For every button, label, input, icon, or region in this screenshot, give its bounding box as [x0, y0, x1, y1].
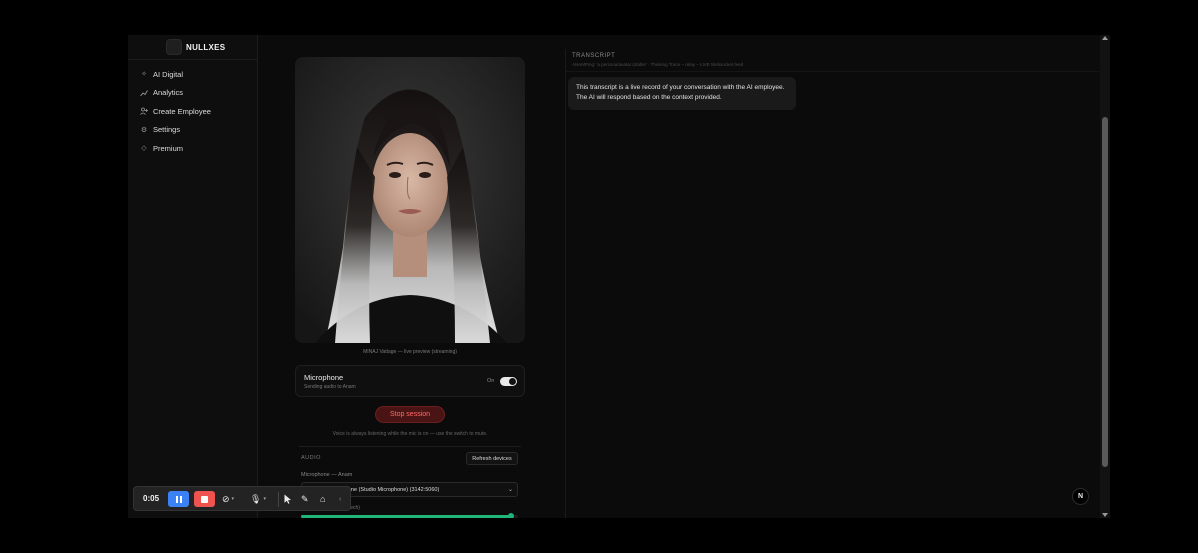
sidebar-item-label: Premium [153, 143, 184, 153]
audio-section-label: AUDIO [301, 455, 321, 461]
scrollbar[interactable] [1100, 35, 1110, 518]
transcript-subtitle: ANAMPing: 'a persona/avatar (stable' · T… [572, 62, 744, 67]
microphone-toggle[interactable] [500, 377, 517, 386]
dev-tools-badge[interactable]: N [1072, 488, 1089, 505]
sidebar-item-label: Create Employee [153, 106, 211, 116]
scroll-thumb[interactable] [1102, 117, 1108, 467]
mic-off-button[interactable]: 🎙︎ ▾ [250, 491, 266, 507]
gear-icon: ⚙ [140, 126, 148, 134]
sidebar-item-settings[interactable]: ⚙ Settings [136, 121, 250, 140]
recording-timer: 0:05 [143, 494, 160, 503]
brand-logo-icon [166, 39, 182, 55]
sparkle-icon: ✧ [141, 71, 147, 79]
microphone-subtitle: Sending audio to Anam [304, 384, 356, 390]
pen-icon: ✎ [301, 493, 309, 504]
highlighter-tool-button[interactable]: ⌂ [320, 491, 325, 507]
toggle-knob [509, 378, 516, 385]
sidebar-item-premium[interactable]: ◇ Premium [136, 139, 250, 158]
screen-recorder-toolbar: 0:05 ⊘ ▾ 🎙︎ ▾ ✎ ⌂ ‹ [133, 486, 351, 511]
sidebar: NULLXES ✧ AI Digital Analytics Create Em… [128, 35, 258, 518]
sidebar-item-create-employee[interactable]: Create Employee [136, 102, 250, 121]
microphone-select-label: Microphone — Anam [301, 472, 353, 478]
chevron-down-icon: ⌄ [507, 487, 513, 493]
transcript-title: TRANSCRIPT [572, 53, 616, 59]
sidebar-item-label: Analytics [153, 88, 184, 98]
toolbar-separator [278, 492, 279, 507]
highlighter-icon: ⌂ [320, 494, 326, 504]
app-window: NULLXES ✧ AI Digital Analytics Create Em… [128, 35, 1110, 518]
sidebar-item-label: AI Digital [153, 69, 184, 79]
mic-off-icon: 🎙︎ [250, 493, 262, 504]
avatar-portrait-image [295, 57, 525, 343]
caret-down-icon: ▾ [263, 496, 266, 502]
microphone-card: Microphone Sending audio to Anam On [295, 365, 525, 397]
brand-name: NULLXES [186, 42, 226, 52]
pen-tool-button[interactable]: ✎ [301, 491, 309, 507]
divider [566, 71, 1100, 72]
voice-hint: Voice is always listening while the mic … [332, 431, 488, 437]
refresh-devices-button[interactable]: Refresh devices [466, 452, 518, 465]
scroll-down-arrow-icon[interactable] [1102, 513, 1108, 517]
divider [299, 446, 521, 447]
panel-divider [565, 49, 566, 518]
cursor-icon [284, 494, 291, 504]
stop-icon [201, 495, 208, 503]
pause-recording-button[interactable] [168, 491, 189, 507]
microphone-title: Microphone [304, 373, 344, 382]
chart-line-icon [140, 89, 148, 97]
sidebar-item-label: Settings [153, 125, 181, 135]
divider [128, 59, 258, 60]
cursor-tool-button[interactable] [284, 491, 292, 507]
input-level-fill [301, 515, 512, 518]
camera-off-icon: ⊘ [222, 493, 230, 504]
chevron-left-icon: ‹ [339, 495, 342, 503]
main-content: MINAJ Vattage — live preview (streaming)… [258, 35, 1100, 518]
caret-down-icon: ▾ [231, 496, 235, 502]
avatar-video-preview [295, 57, 525, 343]
collapse-toolbar-button[interactable]: ‹ [339, 491, 341, 507]
input-level-bar[interactable] [301, 513, 518, 518]
transcript-message: This transcript is a live record of your… [568, 77, 796, 110]
sidebar-item-analytics[interactable]: Analytics [136, 84, 250, 103]
pause-icon [175, 495, 182, 503]
sidebar-nav: ✧ AI Digital Analytics Create Employee ⚙… [136, 65, 250, 158]
stop-session-button[interactable]: Stop session [375, 406, 445, 423]
microphone-state-label: On [487, 378, 495, 384]
stop-recording-button[interactable] [194, 491, 215, 507]
brand[interactable]: NULLXES [166, 37, 225, 57]
diamond-icon: ◇ [141, 145, 147, 153]
camera-off-button[interactable]: ⊘ ▾ [222, 491, 234, 507]
preview-caption: MINAJ Vattage — live preview (streaming) [363, 349, 457, 355]
scroll-up-arrow-icon[interactable] [1102, 36, 1108, 40]
sidebar-item-ai-digital[interactable]: ✧ AI Digital [136, 65, 250, 84]
user-plus-icon [140, 107, 148, 116]
input-level-knob[interactable] [508, 513, 515, 518]
